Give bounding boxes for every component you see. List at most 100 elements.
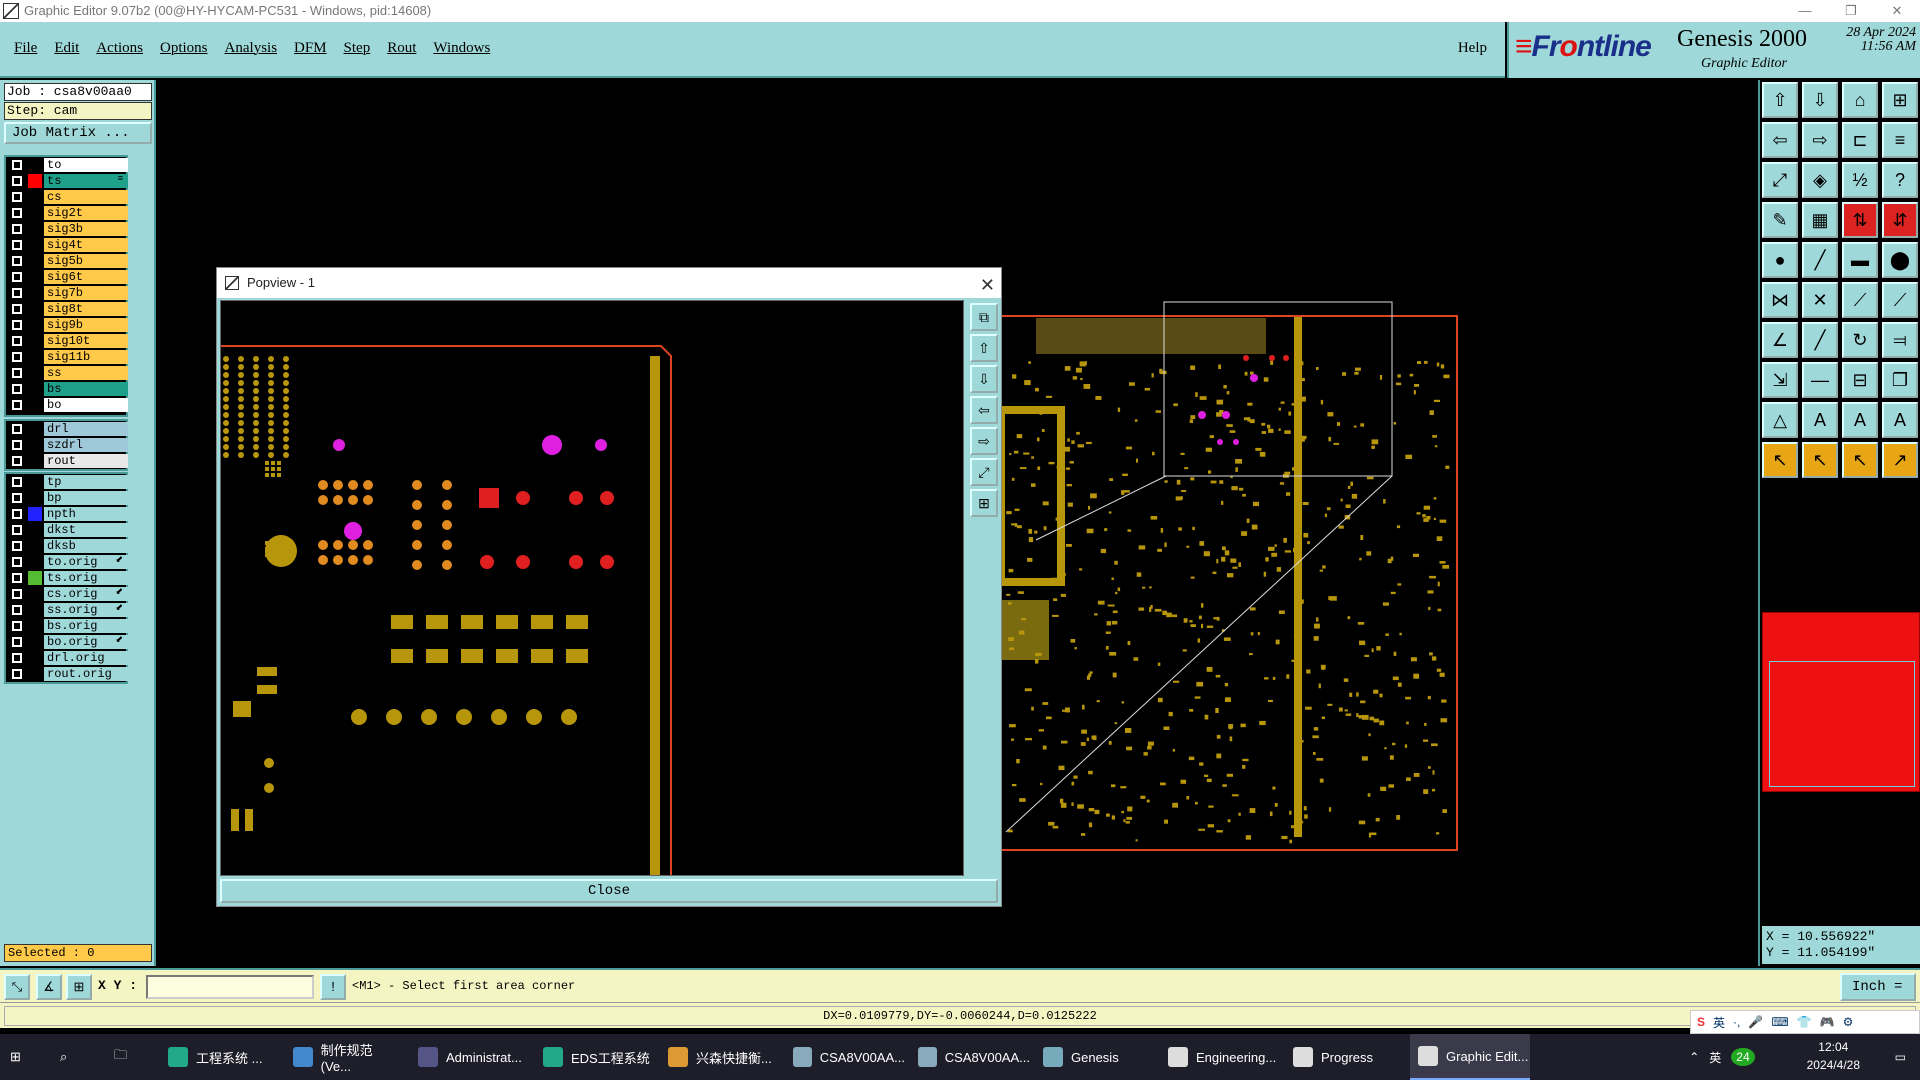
layer-color-swatch[interactable] bbox=[28, 523, 42, 537]
layer-color-swatch[interactable] bbox=[28, 302, 42, 316]
ime-logo-icon[interactable]: S bbox=[1697, 1015, 1705, 1029]
layer-row-bs-orig[interactable]: bs.orig bbox=[6, 618, 128, 634]
layer-checkbox[interactable] bbox=[12, 384, 22, 394]
mirror-icon[interactable]: ⊏ bbox=[1842, 122, 1878, 158]
layer-row-ss[interactable]: ss bbox=[6, 365, 128, 381]
layer-checkbox[interactable] bbox=[12, 304, 22, 314]
zoom-fit-icon[interactable]: ⤢ bbox=[1762, 162, 1798, 198]
layer-name[interactable]: drl bbox=[44, 422, 128, 436]
layer-name[interactable]: sig9b bbox=[44, 318, 128, 332]
layer-name[interactable]: dksb bbox=[44, 539, 128, 553]
layer-checkbox[interactable] bbox=[12, 192, 22, 202]
menu-help[interactable]: Help bbox=[1458, 40, 1487, 57]
file-explorer-icon[interactable]: 🗀 bbox=[114, 1034, 144, 1080]
pad-icon[interactable]: ● bbox=[1762, 242, 1798, 278]
layer-color-swatch[interactable] bbox=[28, 475, 42, 489]
snap-icon[interactable]: ✎ bbox=[1762, 202, 1798, 238]
layer-checkbox[interactable] bbox=[12, 589, 22, 599]
layer-row-cs-orig[interactable]: cs.orig ⬋ bbox=[6, 586, 128, 602]
layer-name[interactable]: sig4t bbox=[44, 238, 128, 252]
layer-checkbox[interactable] bbox=[12, 320, 22, 330]
minimize-button[interactable]: — bbox=[1782, 0, 1828, 22]
layer-checkbox[interactable] bbox=[12, 336, 22, 346]
layer-checkbox[interactable] bbox=[12, 573, 22, 583]
pan-down-icon[interactable]: ⇩ bbox=[1802, 82, 1838, 118]
layer-row-drl-orig[interactable]: drl.orig bbox=[6, 650, 128, 666]
layer-checkbox[interactable] bbox=[12, 288, 22, 298]
taskbar-app-8[interactable]: Engineering... bbox=[1160, 1034, 1280, 1080]
layer-checkbox[interactable] bbox=[12, 160, 22, 170]
popview-title-bar[interactable]: Popview - 1 ✕ bbox=[217, 268, 1001, 298]
text-a-filled-icon[interactable]: A bbox=[1842, 402, 1878, 438]
layer-color-swatch[interactable] bbox=[28, 635, 42, 649]
pan-up-icon[interactable]: ⇧ bbox=[970, 334, 998, 362]
taskbar-app-5[interactable]: CSA8V00AA... bbox=[785, 1034, 905, 1080]
units-selector[interactable]: Inch = bbox=[1840, 973, 1916, 1001]
layer-checkbox[interactable] bbox=[12, 176, 22, 186]
layer-name[interactable]: sig10t bbox=[44, 334, 128, 348]
grid-mode-icon[interactable]: ⊞ bbox=[66, 974, 92, 1000]
menu-rout[interactable]: Rout bbox=[387, 40, 416, 57]
layer-checkbox[interactable] bbox=[12, 557, 22, 567]
polyline-icon[interactable]: ⫤ bbox=[1882, 322, 1918, 358]
layer-row-rout-orig[interactable]: rout.orig bbox=[6, 666, 128, 682]
layer-color-swatch[interactable] bbox=[28, 398, 42, 412]
zoom-center-icon[interactable]: ◈ bbox=[1802, 162, 1838, 198]
layer-checkbox[interactable] bbox=[12, 509, 22, 519]
taskbar-app-4[interactable]: 兴森快捷衡... bbox=[660, 1034, 780, 1080]
pan-right-icon[interactable]: ⇨ bbox=[1802, 122, 1838, 158]
grid-icon[interactable]: ▦ bbox=[1802, 202, 1838, 238]
layer-row-drl[interactable]: drl bbox=[6, 421, 128, 437]
layer-color-swatch[interactable] bbox=[28, 350, 42, 364]
job-matrix-button[interactable]: Job Matrix ... bbox=[4, 122, 152, 144]
home-icon[interactable]: ⌂ bbox=[1842, 82, 1878, 118]
layer-name[interactable]: sig6t bbox=[44, 270, 128, 284]
layer-color-swatch[interactable] bbox=[28, 454, 42, 468]
layer-color-swatch[interactable] bbox=[28, 334, 42, 348]
layer-name[interactable]: ss bbox=[44, 366, 128, 380]
layer-color-swatch[interactable] bbox=[28, 667, 42, 681]
layer-color-swatch[interactable] bbox=[28, 539, 42, 553]
layer-checkbox[interactable] bbox=[12, 208, 22, 218]
layer-color-swatch[interactable] bbox=[28, 158, 42, 172]
layer-color-swatch[interactable] bbox=[28, 366, 42, 380]
text-a-icon[interactable]: A bbox=[1802, 402, 1838, 438]
layer-checkbox[interactable] bbox=[12, 541, 22, 551]
layer-row-dksb[interactable]: dksb bbox=[6, 538, 128, 554]
layer-name[interactable]: drl.orig bbox=[44, 651, 128, 665]
layer-name[interactable]: sig2t bbox=[44, 206, 128, 220]
layer-name[interactable]: szdrl bbox=[44, 438, 128, 452]
zoom-fit-icon[interactable]: ⧉ bbox=[970, 303, 998, 331]
taskbar-app-1[interactable]: 制作规范 (Ve... bbox=[285, 1034, 405, 1080]
layer-checkbox[interactable] bbox=[12, 669, 22, 679]
layer-name[interactable]: bp bbox=[44, 491, 128, 505]
pan-down-icon[interactable]: ⇩ bbox=[970, 365, 998, 393]
connect-icon[interactable]: ⋈ bbox=[1762, 282, 1798, 318]
start-icon[interactable]: ⊞ bbox=[10, 1034, 40, 1080]
segment-icon[interactable]: ⟋ bbox=[1842, 282, 1878, 318]
layer-row-ts-orig[interactable]: ts.orig bbox=[6, 570, 128, 586]
layer-color-swatch[interactable] bbox=[28, 507, 42, 521]
tray-up-icon[interactable]: ⌃ bbox=[1689, 1050, 1699, 1064]
pan-left-icon[interactable]: ⇦ bbox=[970, 396, 998, 424]
layer-checkbox[interactable] bbox=[12, 525, 22, 535]
layer-row-bp[interactable]: bp bbox=[6, 490, 128, 506]
layer-checkbox[interactable] bbox=[12, 653, 22, 663]
layer-row-sig9b[interactable]: sig9b bbox=[6, 317, 128, 333]
zoom-out-icon[interactable]: ⤢ bbox=[970, 458, 998, 486]
layer-color-swatch[interactable] bbox=[28, 206, 42, 220]
layer-color-swatch[interactable] bbox=[28, 587, 42, 601]
layer-name[interactable]: bs.orig bbox=[44, 619, 128, 633]
layer-name[interactable]: ts bbox=[44, 174, 128, 188]
copy-icon[interactable]: ❐ bbox=[1882, 362, 1918, 398]
layer-name[interactable]: bo bbox=[44, 398, 128, 412]
layer-checkbox[interactable] bbox=[12, 605, 22, 615]
menu-options[interactable]: Options bbox=[160, 40, 208, 57]
ime-settings-icon[interactable]: ⚙ bbox=[1843, 1015, 1854, 1029]
layer-name[interactable]: to bbox=[44, 158, 128, 172]
layer-name[interactable]: ts.orig bbox=[44, 571, 128, 585]
popview-canvas[interactable] bbox=[220, 300, 964, 876]
layer-name[interactable]: sig8t bbox=[44, 302, 128, 316]
layer-row-sig8t[interactable]: sig8t bbox=[6, 301, 128, 317]
pan-right-icon[interactable]: ⇨ bbox=[970, 427, 998, 455]
